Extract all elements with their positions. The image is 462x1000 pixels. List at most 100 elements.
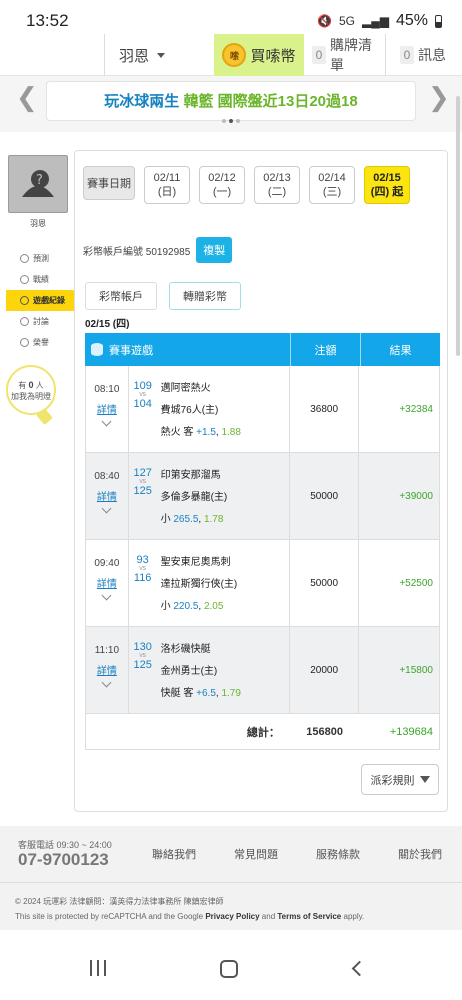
service-phone[interactable]: 07-9700123 <box>18 850 109 870</box>
chevron-right-icon[interactable]: ❯ <box>428 82 450 113</box>
messages-count: 0 <box>400 46 414 64</box>
game-time: 09:40 <box>94 558 120 569</box>
sidebar-item-label: 榮譽 <box>33 338 49 347</box>
game-time: 08:40 <box>94 471 120 482</box>
cart-label: 購牌清單 <box>330 37 372 73</box>
buy-coins-label: 買嗦幣 <box>250 47 296 65</box>
chevron-down-icon[interactable] <box>101 677 112 688</box>
sidebar-item-predict[interactable]: 預測 <box>0 248 76 269</box>
coin-icon: 嗦 <box>222 43 247 67</box>
bet-amount: 50000 <box>290 540 360 626</box>
bet-result: +39000 <box>399 490 433 502</box>
scrollbar[interactable] <box>456 96 460 356</box>
user-name: 羽恩 <box>119 47 150 65</box>
bet-pick: 熱火 客 +1.5, 1.88 <box>160 427 241 438</box>
bet-pick: 小 265.5, 1.78 <box>160 514 224 525</box>
game-time: 08:10 <box>94 384 120 395</box>
team-home: 多倫多暴龍(主) <box>160 492 228 503</box>
header-amount: 注額 <box>290 333 360 366</box>
sidebar-item-record[interactable]: 戰績 <box>0 269 76 290</box>
date-button-0211[interactable]: 02/11 (日) <box>144 166 190 204</box>
chevron-left-icon[interactable]: ❮ <box>16 82 38 113</box>
footer-link-about[interactable]: 關於我們 <box>398 846 462 862</box>
date-button-0212[interactable]: 02/12 (一) <box>199 166 245 204</box>
recent-apps-icon[interactable] <box>90 960 106 976</box>
date-selector: 賽事日期 02/11 (日) 02/12 (一) 02/13 (二) 02/14… <box>83 166 410 204</box>
table-row: 11:10 詳情 130 VS 125 洛杉磯快艇 金州勇士(主) 快艇 客 +… <box>85 627 440 714</box>
buy-coins-button[interactable]: 嗦 買嗦幣 <box>214 34 304 76</box>
footer-link-terms[interactable]: 服務條款 <box>316 846 398 862</box>
chevron-down-icon <box>157 52 166 58</box>
footer-links: 聯絡我們 常見問題 服務條款 關於我們 <box>152 846 462 862</box>
list-date: 02/15 (四) <box>85 319 130 330</box>
recaptcha-notice: This site is protected by reCAPTCHA and … <box>15 912 365 921</box>
privacy-link[interactable]: Privacy Policy <box>205 912 259 921</box>
bet-amount: 20000 <box>290 627 360 713</box>
user-menu[interactable]: 羽恩 <box>104 34 214 76</box>
record-icon <box>20 296 29 305</box>
copy-button[interactable]: 複製 <box>196 237 233 263</box>
cart-button[interactable]: 0 購牌清單 <box>304 34 386 76</box>
date-button-0215[interactable]: 02/15 (四) 起 <box>364 166 410 204</box>
detail-link[interactable]: 詳情 <box>86 488 128 503</box>
back-icon[interactable] <box>351 960 368 977</box>
team-id-home: 125 <box>133 485 152 497</box>
home-icon[interactable] <box>220 960 238 978</box>
bet-amount: 36800 <box>290 366 360 452</box>
bet-amount: 50000 <box>290 453 360 539</box>
team-id-away: 109 <box>133 380 152 392</box>
header-game: 賽事遊戲 <box>109 344 153 357</box>
tab-coin-account[interactable]: 彩幣帳戶 <box>85 282 157 310</box>
beacon-follow-badge[interactable]: 有 0 人 加我為明燈 <box>6 365 56 415</box>
table-header: 賽事遊戲 注額 結果 <box>85 333 440 366</box>
system-nav-bar <box>0 930 462 1000</box>
bet-pick: 小 220.5, 2.05 <box>160 601 224 612</box>
terms-link[interactable]: Terms of Service <box>277 912 341 921</box>
footer-link-contact[interactable]: 聯絡我們 <box>152 846 234 862</box>
beacon-count: 0 <box>28 380 34 390</box>
team-id-away: 127 <box>133 467 152 479</box>
battery-icon <box>435 14 442 28</box>
bet-pick: 快艇 客 +6.5, 1.79 <box>160 688 241 699</box>
tab-transfer-coins[interactable]: 轉贈彩幣 <box>169 282 241 310</box>
sidebar-item-discussion[interactable]: 討論 <box>0 311 76 332</box>
team-away: 聖安東尼奧馬刺 <box>160 557 231 568</box>
medal-icon <box>20 338 29 347</box>
carousel-dots <box>222 119 240 123</box>
chevron-down-icon[interactable] <box>101 416 112 427</box>
messages-button[interactable]: 0 訊息 <box>386 34 462 76</box>
top-nav: 羽恩 嗦 買嗦幣 0 購牌清單 0 訊息 <box>0 34 462 76</box>
total-amount: 156800 <box>306 725 343 738</box>
footer-link-faq[interactable]: 常見問題 <box>234 846 316 862</box>
header-result: 結果 <box>360 333 440 366</box>
avatar[interactable]: ? <box>8 155 68 213</box>
date-button-0213[interactable]: 02/13 (二) <box>254 166 300 204</box>
database-icon <box>91 343 103 356</box>
team-id-away: 130 <box>133 641 152 653</box>
status-time: 13:52 <box>26 11 69 30</box>
detail-link[interactable]: 詳情 <box>86 401 128 416</box>
chat-icon <box>20 275 29 284</box>
account-number: 彩幣帳戶編號 50192985 <box>83 246 191 258</box>
bet-result: +15800 <box>399 664 433 676</box>
team-id-home: 125 <box>133 659 152 671</box>
payout-rules-button[interactable]: 派彩規則 <box>361 764 439 795</box>
team-id-home: 116 <box>133 572 152 584</box>
table-row: 08:10 詳情 109 VS 104 邁阿密熱火 費城76人(主) 熱火 客 … <box>85 366 440 453</box>
chevron-down-icon[interactable] <box>101 590 112 601</box>
svg-text:?: ? <box>36 173 43 188</box>
sidebar-item-game-log[interactable]: 遊戲紀錄 <box>6 290 82 311</box>
bet-result: +52500 <box>399 577 433 589</box>
table-row: 09:40 詳情 93 VS 116 聖安東尼奧馬刺 達拉斯獨行俠(主) 小 2… <box>85 540 440 627</box>
payout-rules-label: 派彩規則 <box>370 774 415 787</box>
target-icon <box>20 254 29 263</box>
detail-link[interactable]: 詳情 <box>86 575 128 590</box>
announcement-text[interactable]: 玩冰球兩生 韓籃 國際盤近13日20過18 <box>46 81 416 121</box>
team-away: 印第安那溜馬 <box>160 470 221 481</box>
detail-link[interactable]: 詳情 <box>86 662 128 677</box>
total-label: 總計： <box>246 726 280 739</box>
sidebar-item-label: 戰績 <box>33 275 49 284</box>
date-button-0214[interactable]: 02/14 (三) <box>309 166 355 204</box>
sidebar-item-honor[interactable]: 榮譽 <box>0 332 76 353</box>
chevron-down-icon[interactable] <box>101 503 112 514</box>
